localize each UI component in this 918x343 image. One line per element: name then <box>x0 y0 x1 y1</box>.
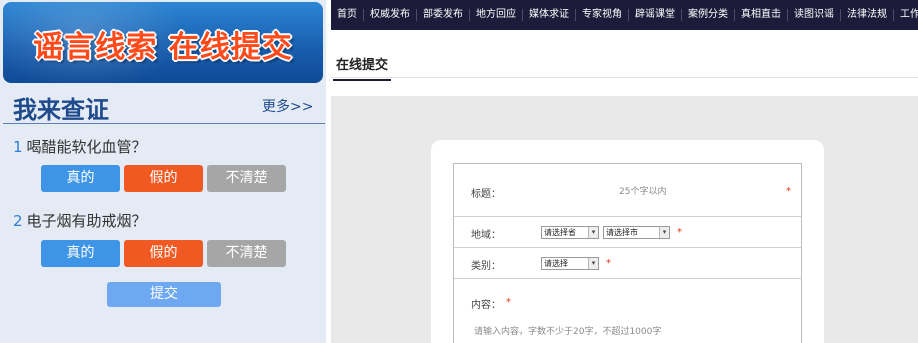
required-mark: * <box>506 297 511 308</box>
province-select[interactable]: 请选择省 ▾ <box>541 226 599 239</box>
nav-item-experts[interactable]: 专家视角 <box>576 9 629 21</box>
required-mark: * <box>786 186 791 197</box>
category-row: 类别： 请选择 ▾ * <box>454 248 801 279</box>
content-label: 内容： <box>471 300 501 311</box>
required-mark: * <box>677 227 682 238</box>
q1-unknown-button[interactable]: 不清楚 <box>207 165 286 192</box>
more-link[interactable]: 更多>> <box>262 96 313 116</box>
question-text: 喝醋能软化血管？ <box>26 138 147 156</box>
q2-false-button[interactable]: 假的 <box>124 240 203 267</box>
question-number: 1 <box>13 138 23 156</box>
city-select[interactable]: 请选择市 ▾ <box>603 226 670 239</box>
title-label: 标题： <box>471 189 501 200</box>
content-row: 内容： * 请输入内容，字数不少于20字，不超过1000字 <box>454 279 801 343</box>
region-label: 地域： <box>471 230 501 241</box>
content-textarea[interactable]: 请输入内容，字数不少于20字，不超过1000字 <box>474 324 661 337</box>
nav-item-news[interactable]: 工作动态 <box>894 9 918 21</box>
nav-item-truth[interactable]: 真相直击 <box>735 9 788 21</box>
category-select-value: 请选择 <box>544 259 568 268</box>
nav-item-cases[interactable]: 案例分类 <box>682 9 735 21</box>
q1-true-button[interactable]: 真的 <box>41 165 120 192</box>
tab-online-submit[interactable]: 在线提交 <box>333 54 392 81</box>
province-select-value: 请选择省 <box>544 228 576 237</box>
question-1: 1 喝醋能软化血管？ <box>13 136 147 157</box>
question-2: 2 电子烟有助戒烟？ <box>13 210 147 231</box>
title-row: 标题： 25个字以内 * <box>454 164 801 217</box>
required-mark: * <box>606 258 611 269</box>
divider <box>3 123 325 124</box>
submission-form: 标题： 25个字以内 * 地域： 请选择省 ▾ 请选择市 ▾ * 类别： 请选择… <box>453 163 802 343</box>
nav-item-classroom[interactable]: 辟谣课堂 <box>629 9 682 21</box>
region-row: 地域： 请选择省 ▾ 请选择市 ▾ * <box>454 217 801 248</box>
check-section-title: 我来查证 <box>13 96 109 124</box>
category-label: 类别： <box>471 261 501 272</box>
nav-item-ministries[interactable]: 部委发布 <box>417 9 470 21</box>
banner-title: 谣言线索 在线提交 <box>33 30 293 65</box>
city-select-value: 请选择市 <box>606 228 638 237</box>
q2-unknown-button[interactable]: 不清楚 <box>207 240 286 267</box>
question-number: 2 <box>13 212 23 230</box>
left-panel: 谣言线索 在线提交 我来查证 更多>> 1 喝醋能软化血管？ 真的 假的 不清楚 … <box>0 0 326 343</box>
tab-bar: 在线提交 <box>331 30 918 81</box>
nav-item-media[interactable]: 媒体求证 <box>523 9 576 21</box>
nav-item-authority[interactable]: 权威发布 <box>364 9 417 21</box>
chevron-down-icon: ▾ <box>659 227 669 238</box>
nav-item-pictures[interactable]: 读图识谣 <box>788 9 841 21</box>
nav-item-local[interactable]: 地方回应 <box>470 9 523 21</box>
submit-clue-banner[interactable]: 谣言线索 在线提交 <box>3 2 323 83</box>
chevron-down-icon: ▾ <box>588 227 598 238</box>
submit-button[interactable]: 提交 <box>107 282 221 307</box>
title-input[interactable]: 25个字以内 <box>619 184 666 197</box>
category-select[interactable]: 请选择 ▾ <box>541 257 599 270</box>
q1-false-button[interactable]: 假的 <box>124 165 203 192</box>
chevron-down-icon: ▾ <box>588 258 598 269</box>
question-text: 电子烟有助戒烟？ <box>26 212 147 230</box>
top-nav: 首页 权威发布 部委发布 地方回应 媒体求证 专家视角 辟谣课堂 案例分类 真相… <box>331 0 918 30</box>
nav-item-laws[interactable]: 法律法规 <box>841 9 894 21</box>
nav-item-home[interactable]: 首页 <box>331 9 364 21</box>
q2-true-button[interactable]: 真的 <box>41 240 120 267</box>
page: 谣言线索 在线提交 我来查证 更多>> 1 喝醋能软化血管？ 真的 假的 不清楚 … <box>0 0 918 343</box>
